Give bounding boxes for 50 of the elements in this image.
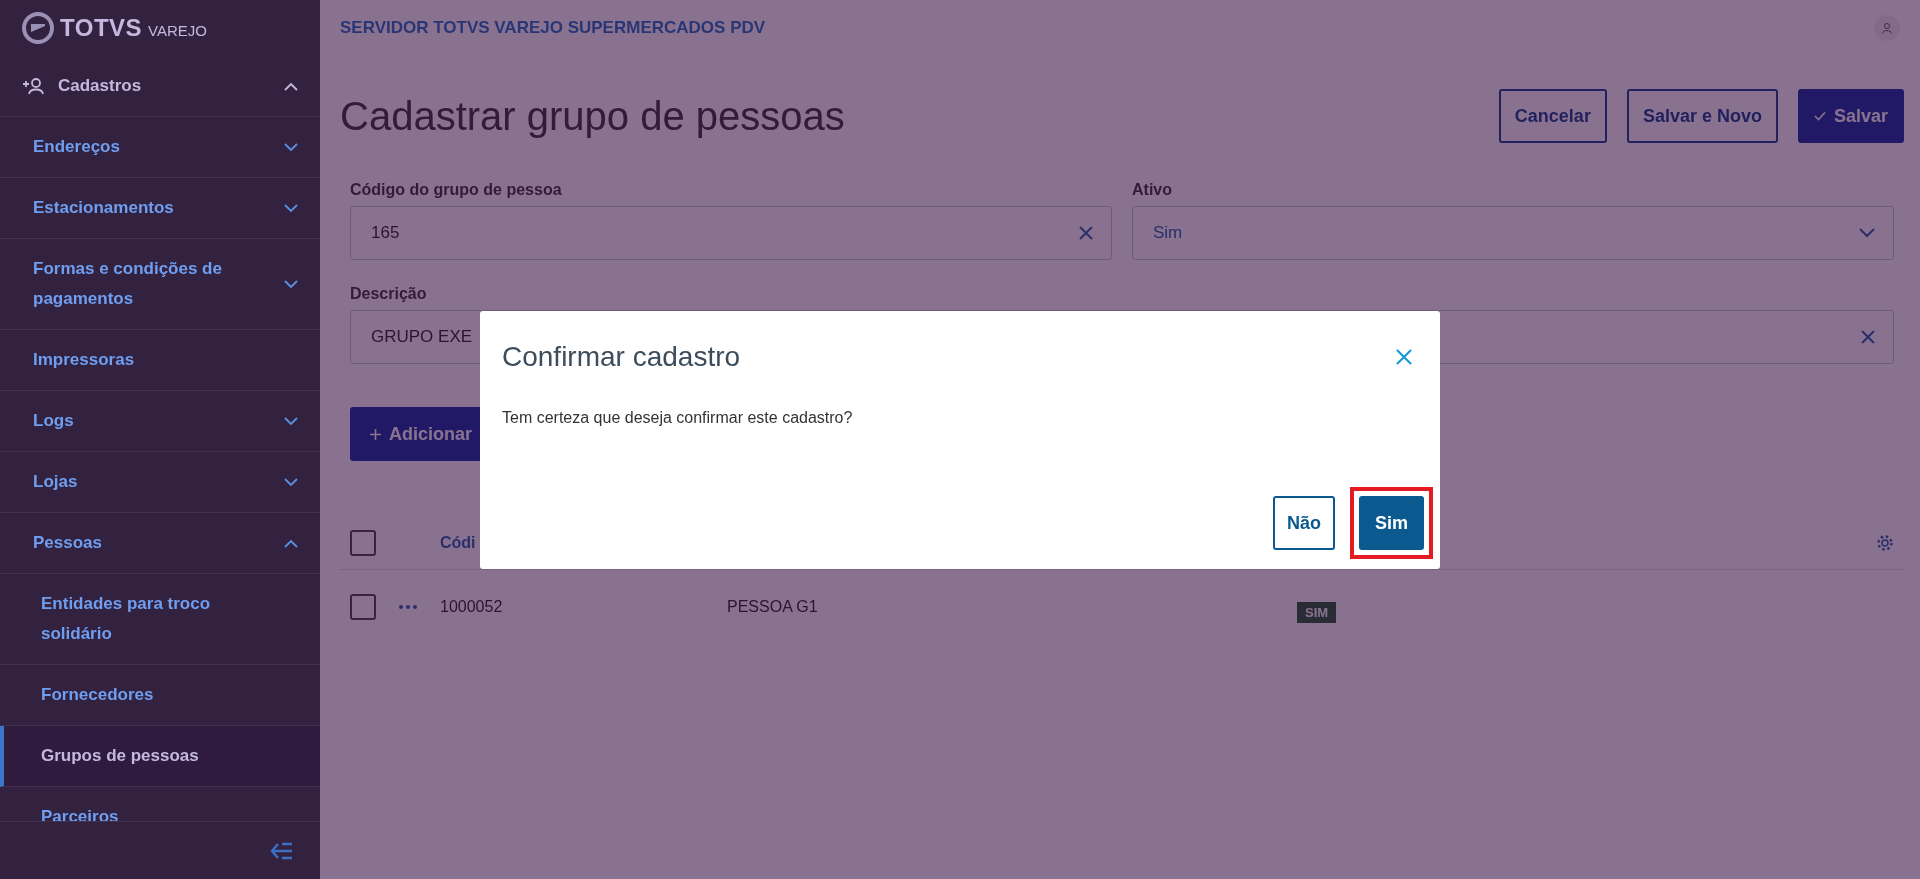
- chevron-down-icon: [284, 203, 298, 213]
- row-checkbox[interactable]: [350, 594, 376, 620]
- status-badge: SIM: [1297, 601, 1337, 623]
- select-field[interactable]: Sim: [1132, 206, 1894, 260]
- clear-icon[interactable]: [1079, 226, 1093, 240]
- close-icon[interactable]: [1396, 349, 1412, 365]
- select-all-checkbox[interactable]: [350, 530, 376, 556]
- field-label: Ativo: [1132, 180, 1173, 200]
- sidebar-item[interactable]: Pessoas: [0, 513, 320, 574]
- sidebar-section[interactable]: Cadastros: [0, 56, 320, 117]
- page-title: Cadastrar grupo de pessoas: [340, 93, 845, 139]
- more-icon[interactable]: [398, 605, 418, 609]
- action-button[interactable]: Cancelar: [1498, 89, 1607, 143]
- dialog-message: Tem certeza que deseja confirmar este cadastro?: [502, 408, 854, 428]
- field-label: Descrição: [350, 284, 428, 304]
- collapse-menu-icon[interactable]: [270, 841, 294, 860]
- server-name: SERVIDOR TOTVS VAREJO SUPERMERCADOS PDV: [340, 18, 766, 38]
- sidebar-item[interactable]: Endereços: [0, 117, 320, 178]
- brand-product: VAREJO: [148, 21, 207, 39]
- table-cell-text: 1000052: [440, 598, 504, 616]
- chevron-down-icon: [284, 477, 298, 487]
- check-icon: [1813, 111, 1826, 121]
- save-button[interactable]: Salvar: [1797, 89, 1904, 143]
- input-field[interactable]: 165: [350, 206, 1112, 260]
- action-button[interactable]: Salvar e Novo: [1626, 89, 1778, 143]
- chevron-down-icon: [284, 279, 298, 289]
- chevron-down-icon: [284, 416, 298, 426]
- sidebar-item[interactable]: Grupos de pessoas: [0, 726, 320, 787]
- sidebar-item[interactable]: Formas e condições de pagamentos: [0, 239, 320, 330]
- logo-icon: [22, 12, 54, 44]
- chevron-down-icon: [284, 142, 298, 152]
- field-label: Código do grupo de pessoa: [350, 180, 563, 200]
- settings-icon[interactable]: [1876, 534, 1894, 552]
- clear-icon[interactable]: [1861, 330, 1875, 344]
- plus-icon: [370, 428, 381, 440]
- chevron-down-icon: [1859, 228, 1875, 238]
- chevron-up-icon: [284, 538, 298, 548]
- sidebar-item[interactable]: Estacionamentos: [0, 178, 320, 239]
- sidebar-item[interactable]: Entidades para troco solidário: [0, 574, 320, 665]
- sidebar-item[interactable]: Impressoras: [0, 330, 320, 391]
- sidebar-item[interactable]: Logs: [0, 391, 320, 452]
- sidebar-item[interactable]: Lojas: [0, 452, 320, 513]
- add-user-icon: [22, 77, 44, 95]
- table-cell-text: PESSOA G1: [727, 598, 819, 616]
- dialog-title: Confirmar cadastro: [502, 341, 741, 373]
- brand-name: TOTVS: [60, 14, 143, 42]
- confirm-button[interactable]: Sim: [1359, 496, 1424, 550]
- chevron-up-icon: [284, 81, 298, 91]
- cancel-button[interactable]: Não: [1272, 496, 1335, 550]
- user-avatar-icon[interactable]: [1874, 15, 1900, 41]
